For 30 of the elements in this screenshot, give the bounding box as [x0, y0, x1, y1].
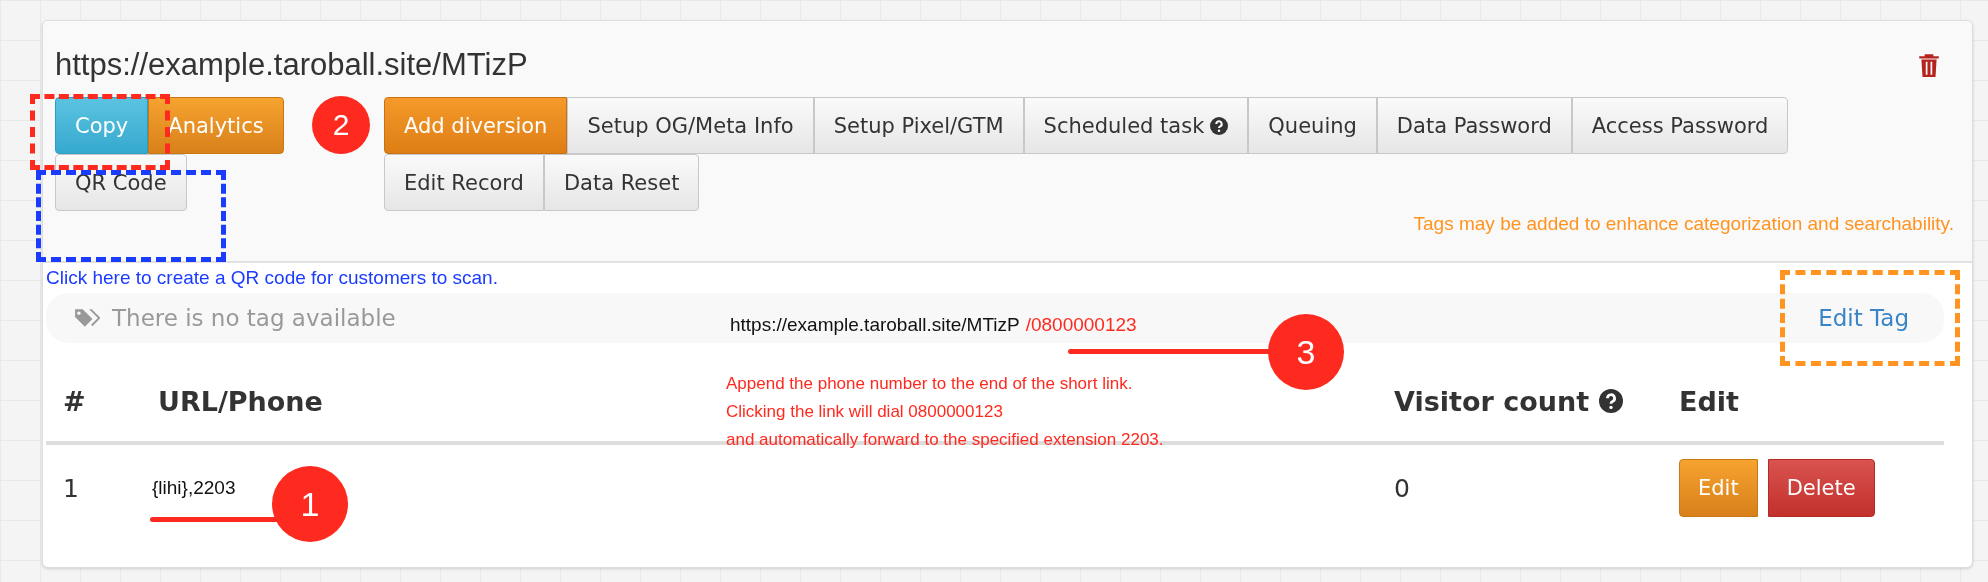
toolbar-button[interactable]: Setup Pixel/GTM: [813, 97, 1024, 154]
column-header: URL/Phone: [158, 385, 323, 417]
row-action-button[interactable]: Delete: [1767, 459, 1875, 517]
column-header: #: [63, 385, 86, 417]
toolbar-button[interactable]: Edit Record: [384, 154, 544, 211]
column-header: Visitor count: [1394, 385, 1590, 417]
qr-hint-link[interactable]: Click here to create a QR code for customers to scan.: [46, 267, 1944, 289]
toolbar-button[interactable]: Data Reset: [543, 154, 700, 211]
help-icon[interactable]: [1210, 116, 1229, 135]
trash-icon[interactable]: [1918, 52, 1940, 78]
table-cell: 1: [63, 473, 79, 503]
annotation-note: Clicking the link will dial 0800000123: [726, 402, 1004, 422]
edit-tag-link[interactable]: Edit Tag: [1818, 305, 1909, 331]
tag-hint: Tags may be added to enhance categorization and searchability.: [1413, 213, 1954, 235]
help-icon[interactable]: [1599, 389, 1624, 413]
toolbar-button[interactable]: Scheduled task: [1023, 97, 1249, 154]
toolbar-button[interactable]: Setup OG/Meta Info: [567, 97, 814, 154]
toolbar-button[interactable]: Queuing: [1248, 97, 1377, 154]
table-cell: {lihi},2203: [152, 477, 236, 499]
toolbar-button[interactable]: Data Password: [1376, 97, 1572, 154]
annotation-note: and automatically forward to the specified extension 2203.: [726, 430, 1164, 450]
tags-icon: [74, 307, 100, 329]
phone-suffix-text: /0800000123: [1025, 314, 1137, 336]
empty-tags-text: There is no tag available: [112, 305, 396, 331]
table-cell: 0: [1394, 473, 1410, 503]
column-header: Edit: [1679, 385, 1739, 417]
example-url-text: https://example.taroball.site/MTizP: [730, 314, 1020, 336]
annotation-note: Append the phone number to the end of the short link.: [726, 374, 1134, 394]
toolbar-button[interactable]: Access Password: [1571, 97, 1789, 154]
short-link-title: https://example.taroball.site/MTizP: [55, 47, 528, 83]
